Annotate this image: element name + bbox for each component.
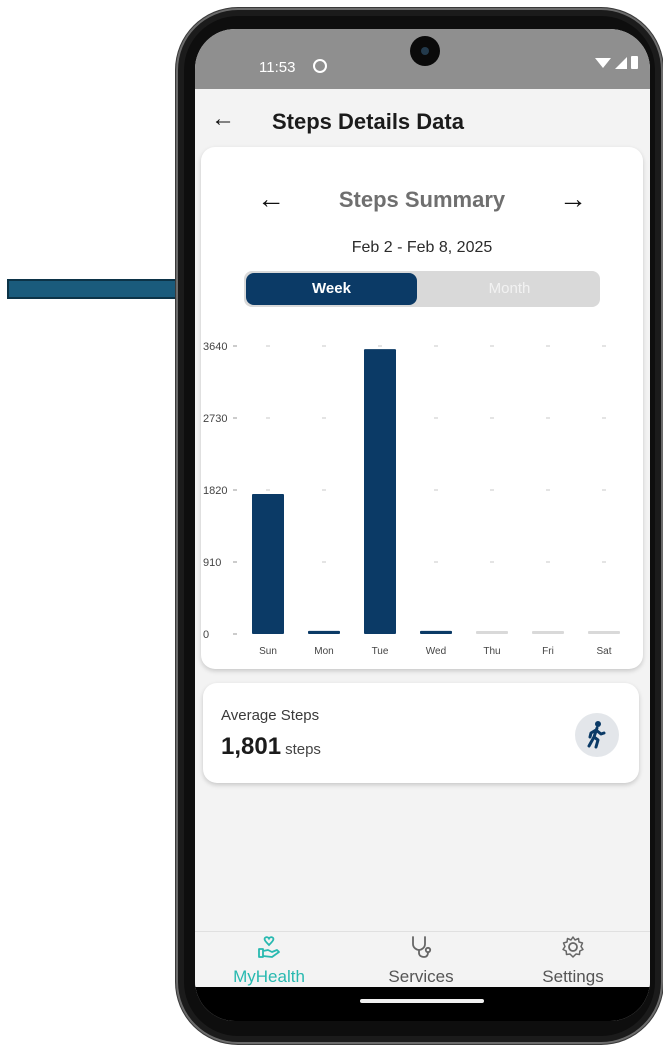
next-week-arrow-icon[interactable]: → <box>559 185 587 213</box>
average-label: Average Steps <box>221 707 320 724</box>
week-toggle-button[interactable]: Week <box>246 273 417 305</box>
status-time: 11:53 <box>259 59 296 76</box>
bar-mon <box>308 630 340 634</box>
status-icons <box>595 56 638 69</box>
back-arrow-icon[interactable]: ← <box>211 107 235 131</box>
battery-icon <box>631 56 638 69</box>
bar-sun <box>252 493 284 634</box>
sync-icon <box>313 59 327 73</box>
y-tick-label: 0 <box>203 629 209 641</box>
bar-fri <box>532 631 564 634</box>
nav-myhealth[interactable]: MyHealth <box>209 934 329 987</box>
x-tick-label: Thu <box>483 646 500 657</box>
y-tick-label: 3640 <box>203 341 227 353</box>
x-tick-label: Sun <box>259 646 277 657</box>
nav-settings-label: Settings <box>542 967 604 986</box>
nav-settings[interactable]: Settings <box>513 934 633 987</box>
bar-wed <box>420 630 452 634</box>
x-tick-label: Wed <box>426 646 446 657</box>
home-gesture-bar[interactable] <box>360 999 484 1003</box>
x-tick-label: Sat <box>596 646 611 657</box>
bar-thu <box>476 631 508 634</box>
average-unit: steps <box>285 741 321 758</box>
average-steps-card: Average Steps 1,801 steps <box>203 683 639 783</box>
period-toggle: Week Month <box>244 271 600 307</box>
stethoscope-icon <box>412 936 432 958</box>
app-header: ← Steps Details Data <box>195 89 650 149</box>
nav-services-label: Services <box>388 967 454 986</box>
gesture-area <box>195 987 650 1021</box>
bar-sat <box>588 631 620 634</box>
bottom-navigation: MyHealth Services Settings <box>195 931 650 988</box>
walking-badge <box>575 713 619 757</box>
walking-person-icon <box>587 721 606 749</box>
x-tick-label: Tue <box>372 646 389 657</box>
x-tick-label: Fri <box>542 646 554 657</box>
gear-icon <box>562 936 584 958</box>
steps-bar-chart: 0 910 1820 2730 3640 Sun Mon Tue Wed Thu Fri Sat <box>203 341 620 657</box>
date-range: Feb 2 - Feb 8, 2025 <box>351 239 493 256</box>
y-tick-label: 910 <box>203 557 221 569</box>
page-title: Steps Details Data <box>272 109 464 134</box>
average-value-row: 1,801 steps <box>221 733 321 761</box>
average-value: 1,801 <box>221 733 282 760</box>
month-toggle-button[interactable]: Month <box>419 271 600 307</box>
camera-cutout <box>410 36 440 66</box>
nav-services[interactable]: Services <box>361 934 481 987</box>
nav-myhealth-label: MyHealth <box>233 967 305 986</box>
y-tick-label: 1820 <box>203 485 227 497</box>
bar-tue <box>364 349 396 634</box>
signal-icon <box>615 56 627 69</box>
phone-screen: 11:53 ← Steps Details Data ← Steps Summa… <box>195 29 650 1021</box>
y-tick-label: 2730 <box>203 413 227 425</box>
status-bar: 11:53 <box>195 29 650 89</box>
wifi-icon <box>595 57 611 68</box>
heart-hand-icon <box>258 936 280 958</box>
x-tick-label: Mon <box>314 646 333 657</box>
